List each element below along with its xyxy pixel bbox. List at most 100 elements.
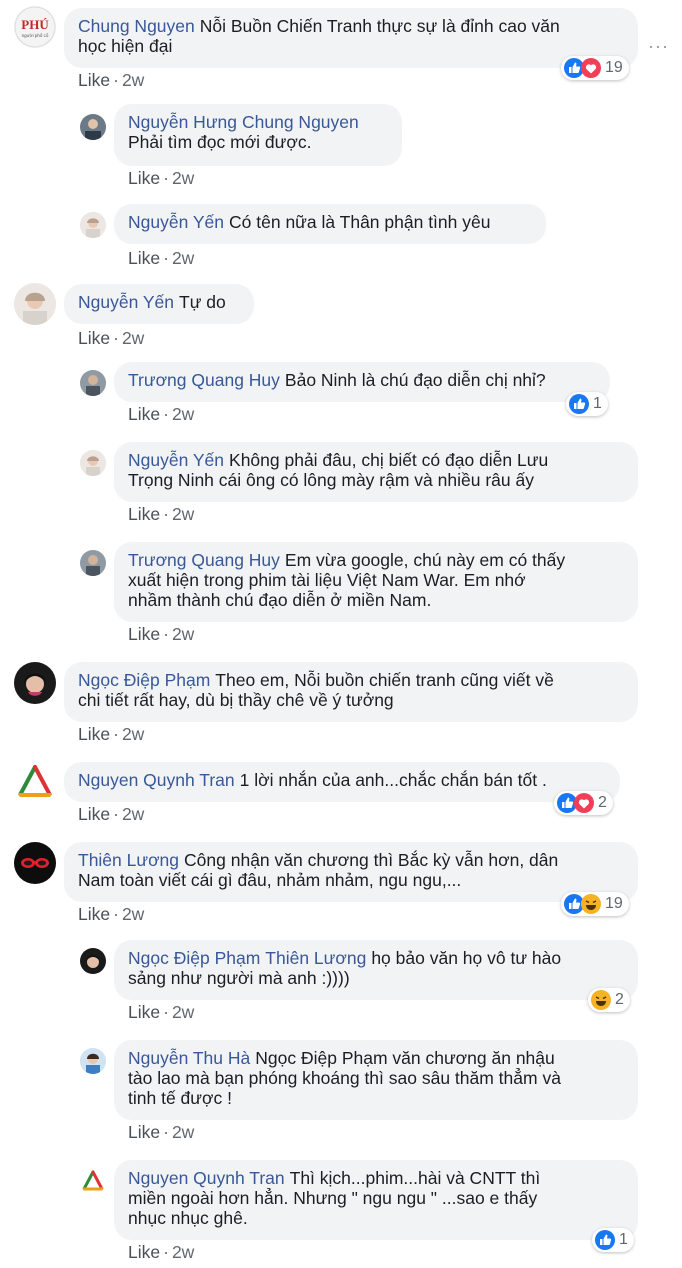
commenter-name[interactable]: Chung Nguyen bbox=[78, 16, 195, 36]
avatar[interactable] bbox=[80, 114, 106, 140]
comment-bubble: Nguyễn Yến Không phải đâu, chị biết có đạ… bbox=[114, 442, 638, 502]
avatar[interactable]: PHÚ người phố cổ bbox=[14, 6, 56, 48]
like-button[interactable]: Like bbox=[78, 904, 110, 924]
timestamp[interactable]: 2w bbox=[122, 904, 144, 924]
reaction-badge[interactable]: 2 bbox=[588, 988, 630, 1012]
commenter-name[interactable]: Nguyễn Hưng bbox=[128, 112, 237, 132]
comment-actions: Like · 2w bbox=[78, 70, 145, 90]
comment-text: nhục nhục ghê. bbox=[128, 1208, 248, 1228]
commenter-name[interactable]: Nguyễn Thu Hà bbox=[128, 1048, 250, 1068]
timestamp[interactable]: 2w bbox=[172, 1242, 194, 1262]
timestamp[interactable]: 2w bbox=[172, 624, 194, 644]
comment-bubble: Nguyen Quynh Tran Thì kịch...phim...hài v… bbox=[114, 1160, 638, 1240]
like-button[interactable]: Like bbox=[128, 1122, 160, 1142]
avatar[interactable] bbox=[14, 761, 56, 803]
timestamp[interactable]: 2w bbox=[172, 404, 194, 424]
comment-text: Nỗi Buồn Chiến Tranh thực sự là đỉnh cao… bbox=[199, 16, 560, 36]
comment-text: 1 lời nhắn của anh...chắc chắn bán tốt . bbox=[239, 770, 547, 790]
svg-text:người phố cổ: người phố cổ bbox=[22, 32, 49, 38]
reaction-count: 1 bbox=[619, 1231, 628, 1248]
avatar[interactable] bbox=[80, 212, 106, 238]
commenter-name[interactable]: Nguyễn Yến bbox=[128, 450, 224, 470]
comment-actions: Like · 2w bbox=[128, 504, 195, 524]
like-button[interactable]: Like bbox=[128, 504, 160, 524]
commenter-name[interactable]: Ngọc Điệp Phạm bbox=[78, 670, 210, 690]
comment-text: Bảo Ninh là chú đạo diễn chị nhỉ? bbox=[284, 370, 546, 390]
comment-text: xuất hiện trong phim tài liệu Việt Nam W… bbox=[128, 570, 526, 590]
like-button[interactable]: Like bbox=[78, 328, 110, 348]
timestamp[interactable]: 2w bbox=[172, 504, 194, 524]
comment-text: miền ngoài hơn hẳn. Nhưng " ngu ngu " ..… bbox=[128, 1188, 538, 1208]
like-button[interactable]: Like bbox=[78, 70, 110, 90]
tagged-user[interactable]: Thiên Lương bbox=[265, 948, 366, 968]
like-reaction-icon bbox=[569, 394, 589, 414]
like-button[interactable]: Like bbox=[128, 168, 160, 188]
comment-actions: Like · 2w bbox=[128, 168, 195, 188]
avatar[interactable] bbox=[80, 450, 106, 476]
reaction-count: 19 bbox=[605, 59, 623, 76]
comment-actions: Like · 2w bbox=[128, 248, 195, 268]
reaction-badge[interactable]: 1 bbox=[566, 392, 608, 416]
timestamp[interactable]: 2w bbox=[172, 1002, 194, 1022]
comment-text: nhầm thành chú đạo diễn ở miền Nam. bbox=[128, 590, 432, 610]
comment-text: Có tên nữa là Thân phận tình yêu bbox=[229, 212, 491, 232]
reaction-count: 1 bbox=[593, 395, 602, 412]
commenter-name[interactable]: Nguyen Quynh Tran bbox=[78, 770, 235, 790]
comment-text: Ngọc Điệp Phạm văn chương ăn nhậu bbox=[255, 1048, 555, 1068]
comment-text: tào lao mà bạn phóng khoáng thì sao sâu … bbox=[128, 1068, 561, 1088]
like-button[interactable]: Like bbox=[128, 1242, 160, 1262]
comment-actions: Like · 2w bbox=[78, 328, 145, 348]
comment-bubble: Trương Quang Huy Bảo Ninh là chú đạo diễn… bbox=[114, 362, 610, 402]
comment-text: Trọng Ninh cái ông có lông mày rậm và nh… bbox=[128, 470, 534, 490]
timestamp[interactable]: 2w bbox=[172, 168, 194, 188]
timestamp[interactable]: 2w bbox=[122, 804, 144, 824]
avatar[interactable] bbox=[80, 948, 106, 974]
timestamp[interactable]: 2w bbox=[122, 328, 144, 348]
reaction-badge[interactable]: 19 bbox=[561, 56, 629, 80]
more-options-icon[interactable]: ··· bbox=[648, 36, 669, 57]
comment-actions: Like · 2w bbox=[128, 1122, 195, 1142]
comment-actions: Like · 2w bbox=[128, 1242, 195, 1262]
commenter-name[interactable]: Thiên Lương bbox=[78, 850, 179, 870]
svg-text:PHÚ: PHÚ bbox=[21, 17, 49, 32]
reaction-badge[interactable]: 2 bbox=[554, 791, 613, 815]
comment-bubble: Nguyễn Hưng Chung Nguyen Phải tìm đọc mới… bbox=[114, 104, 402, 166]
commenter-name[interactable]: Trương Quang Huy bbox=[128, 550, 280, 570]
avatar[interactable] bbox=[14, 283, 56, 325]
commenter-name[interactable]: Ngọc Điệp Phạm bbox=[128, 948, 260, 968]
like-button[interactable]: Like bbox=[128, 624, 160, 644]
like-reaction-icon bbox=[595, 1230, 615, 1250]
comment-bubble: Chung Nguyen Nỗi Buồn Chiến Tranh thực sự… bbox=[64, 8, 638, 68]
avatar[interactable] bbox=[14, 662, 56, 704]
reaction-badge[interactable]: 1 bbox=[592, 1228, 634, 1252]
like-button[interactable]: Like bbox=[128, 1002, 160, 1022]
timestamp[interactable]: 2w bbox=[122, 70, 144, 90]
comment-actions: Like · 2w bbox=[128, 1002, 195, 1022]
comment-actions: Like · 2w bbox=[128, 624, 195, 644]
avatar[interactable] bbox=[80, 550, 106, 576]
comment-actions: Like · 2w bbox=[78, 724, 145, 744]
reaction-count: 19 bbox=[605, 895, 623, 912]
timestamp[interactable]: 2w bbox=[122, 724, 144, 744]
like-button[interactable]: Like bbox=[128, 404, 160, 424]
commenter-name[interactable]: Trương Quang Huy bbox=[128, 370, 280, 390]
reaction-badge[interactable]: 19 bbox=[561, 892, 629, 916]
tagged-user[interactable]: Chung Nguyen bbox=[242, 112, 359, 132]
comment-text: chi tiết rất hay, dù bị thầy chê về ý tư… bbox=[78, 690, 394, 710]
timestamp[interactable]: 2w bbox=[172, 248, 194, 268]
like-button[interactable]: Like bbox=[78, 724, 110, 744]
comment-text: Thì kịch...phim...hài và CNTT thì bbox=[289, 1168, 541, 1188]
like-button[interactable]: Like bbox=[128, 248, 160, 268]
comment-bubble: Nguyen Quynh Tran 1 lời nhắn của anh...ch… bbox=[64, 762, 620, 802]
comment-text: Công nhận văn chương thì Bắc kỳ vẫn hơn,… bbox=[184, 850, 559, 870]
avatar[interactable] bbox=[80, 1048, 106, 1074]
comment-text: Không phải đâu, chị biết có đạo diễn Lưu bbox=[229, 450, 549, 470]
like-button[interactable]: Like bbox=[78, 804, 110, 824]
timestamp[interactable]: 2w bbox=[172, 1122, 194, 1142]
avatar[interactable] bbox=[14, 842, 56, 884]
avatar[interactable] bbox=[80, 1168, 106, 1194]
commenter-name[interactable]: Nguyễn Yến bbox=[128, 212, 224, 232]
commenter-name[interactable]: Nguyen Quynh Tran bbox=[128, 1168, 285, 1188]
commenter-name[interactable]: Nguyễn Yến bbox=[78, 292, 174, 312]
avatar[interactable] bbox=[80, 370, 106, 396]
